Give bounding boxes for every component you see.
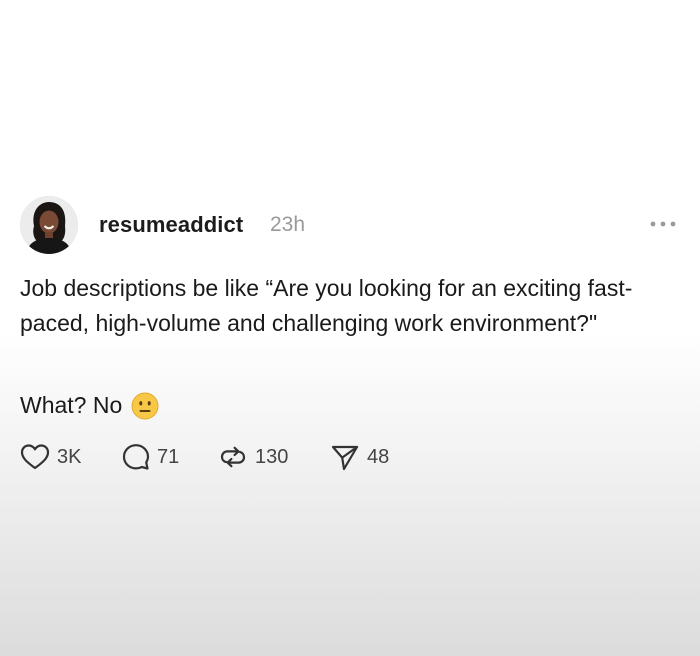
avatar-image [20, 196, 78, 254]
thread-post: resumeaddict 23h Job descriptions be lik… [0, 0, 700, 656]
post-actions: 3K 71 130 48 [20, 443, 440, 471]
heart-icon [20, 444, 50, 470]
avatar[interactable] [20, 196, 78, 254]
comment-icon [122, 444, 150, 470]
reply-count: 71 [157, 445, 180, 468]
post-reply-line: What? No [20, 388, 159, 423]
post-reply-text: What? No [20, 392, 123, 418]
more-horizontal-icon [650, 221, 676, 227]
reply-button[interactable]: 71 [122, 443, 179, 471]
like-button[interactable]: 3K [20, 443, 81, 471]
post-timestamp: 23h [270, 213, 306, 236]
username[interactable]: resumeaddict [99, 212, 243, 238]
repost-count: 130 [255, 445, 289, 468]
like-count: 3K [57, 445, 82, 468]
more-options-button[interactable] [648, 214, 678, 234]
share-button[interactable]: 48 [330, 443, 389, 471]
neutral-face-emoji [131, 392, 159, 419]
repost-icon [220, 446, 246, 468]
repost-button[interactable]: 130 [218, 443, 288, 471]
post-body-text: Job descriptions be like “Are you lookin… [20, 275, 633, 336]
share-count: 48 [367, 445, 390, 468]
send-icon [331, 445, 359, 471]
